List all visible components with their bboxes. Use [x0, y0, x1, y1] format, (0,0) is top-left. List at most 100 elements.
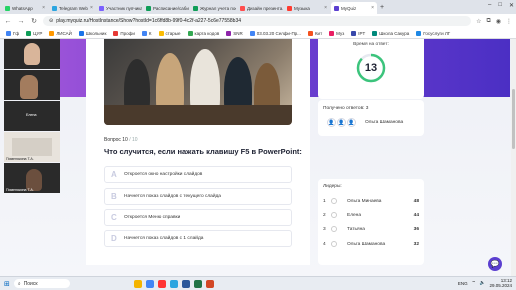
yandex-icon[interactable] — [157, 279, 166, 288]
bookmark-item[interactable]: Профи — [113, 30, 135, 36]
close-tab-icon[interactable]: × — [90, 5, 93, 11]
bookmark-item[interactable]: ЦУР — [26, 30, 42, 36]
browser-tab[interactable]: Telegram Web × — [49, 2, 95, 14]
answer-text: Начнется показ слайдов с текущего слайда — [124, 194, 221, 199]
bookmark-label: старые — [165, 30, 181, 36]
tab-favicon-icon — [334, 5, 339, 11]
profile-icon[interactable]: ◉ — [496, 18, 501, 25]
bookmark-item[interactable]: Муз — [329, 30, 344, 36]
back-icon[interactable]: ← — [4, 18, 12, 25]
maximize-icon[interactable]: □ — [498, 2, 502, 9]
bookmark-favicon-icon — [187, 30, 193, 36]
leader-row: 1 Ольга Минаева 48 — [323, 198, 419, 204]
bookmark-favicon-icon — [226, 30, 232, 36]
bookmark-item[interactable]: старые — [158, 30, 181, 36]
leader-row: 4 Ольга Шаманова 32 — [323, 241, 419, 247]
word-icon[interactable] — [181, 279, 190, 288]
telegram-icon[interactable] — [169, 279, 178, 288]
browser-tab[interactable]: Участник пупчика...× — [96, 2, 142, 14]
volume-icon[interactable]: 🔈 — [480, 280, 486, 286]
bookmark-item[interactable]: ЛИСАЙ — [49, 30, 72, 36]
bookmark-item[interactable]: IPT — [351, 30, 365, 36]
tab-favicon-icon — [193, 5, 198, 11]
browser-tab[interactable]: Музыка × — [284, 2, 330, 14]
extensions-icon[interactable]: ⧉ — [486, 18, 490, 25]
clock[interactable]: 13:12 29.05.2024 — [489, 278, 512, 288]
wifi-icon[interactable]: ⌔ — [472, 280, 476, 286]
bookmark-item[interactable]: 03.03.20 Селфи-Пр... — [249, 30, 301, 36]
page-content: Вопрос 10 / 10 Что случится, если нажать… — [0, 39, 516, 276]
scrollbar-thumb[interactable] — [512, 89, 515, 149]
browser-tab[interactable]: Дизайн презента...× — [237, 2, 283, 14]
video-tile[interactable]: Пименякина Т.А. — [4, 132, 60, 162]
chat-button[interactable]: 💬 — [488, 257, 502, 271]
chrome-icon[interactable] — [145, 279, 154, 288]
os-taskbar: ⊞ ⌕ Поиск ENG ⌔ 🔈 13:12 29.05.2024 — [0, 276, 516, 290]
answer-option-d[interactable]: D Начнется показ слайдов с 1 слайда — [104, 230, 292, 247]
video-tile[interactable] — [4, 39, 60, 69]
file-explorer-icon[interactable] — [133, 279, 142, 288]
bookmark-label: SNR — [233, 30, 243, 36]
close-tab-icon[interactable]: × — [371, 5, 374, 11]
browser-tab[interactable]: MyQuiz × — [331, 2, 377, 14]
excel-icon[interactable] — [193, 279, 202, 288]
windows-start-icon[interactable]: ⊞ — [4, 280, 10, 288]
answer-letter: C — [111, 213, 117, 222]
forward-icon[interactable]: → — [17, 18, 25, 25]
bookmark-item[interactable]: Школа Сакура — [372, 30, 410, 36]
bookmark-favicon-icon — [416, 30, 422, 36]
answers-received-card: Получено ответов: 3 👤 👤 👤 Ольга Шаманова — [318, 100, 424, 136]
bookmark-favicon-icon — [6, 30, 11, 36]
video-tile[interactable]: Елена — [4, 101, 60, 131]
bookmark-item[interactable]: Гф — [6, 30, 19, 36]
minimize-icon[interactable]: – — [488, 2, 491, 9]
answer-letter: D — [111, 234, 117, 243]
bookmark-item[interactable]: Школьник — [78, 30, 106, 36]
bookmark-favicon-icon — [351, 30, 357, 36]
bookmark-favicon-icon — [307, 30, 313, 36]
bookmark-star-icon[interactable]: ☆ — [476, 18, 481, 25]
bookmark-label: Школа Сакура — [379, 30, 410, 36]
answer-option-a[interactable]: A Откроется окно настройки слайдов — [104, 166, 292, 183]
video-tile[interactable]: Пименякина Т.А. — [4, 163, 60, 193]
tab-label: Дизайн презента... — [247, 5, 283, 11]
tab-label: Журнал учета пос... — [200, 5, 236, 11]
answer-letter: A — [111, 170, 117, 179]
browser-tab[interactable]: Журнал учета пос...× — [190, 2, 236, 14]
bookmark-item[interactable]: К — [141, 30, 152, 36]
tab-label: Музыка — [294, 5, 310, 11]
bookmark-item[interactable]: карта кодов — [187, 30, 220, 36]
bookmark-favicon-icon — [158, 30, 164, 36]
bookmark-favicon-icon — [78, 30, 84, 36]
bookmark-favicon-icon — [372, 30, 378, 36]
url-field[interactable]: ⊝ play.myquiz.ru/HostInstance/Show?hostI… — [43, 16, 472, 26]
answer-option-b[interactable]: B Начнется показ слайдов с текущего слай… — [104, 188, 292, 205]
page-scrollbar[interactable] — [511, 39, 516, 276]
video-tile[interactable] — [4, 70, 60, 100]
browser-tab[interactable]: Расписание/саби...× — [143, 2, 189, 14]
bookmark-item[interactable]: Госуслуги ЛГ — [416, 30, 450, 36]
bookmark-label: Кит — [314, 30, 323, 36]
tab-favicon-icon — [240, 5, 245, 11]
answer-option-c[interactable]: C Откроется Меню справки — [104, 209, 292, 226]
reload-icon[interactable]: ↻ — [30, 17, 38, 25]
bookmark-item[interactable]: Кит — [307, 30, 323, 36]
close-window-icon[interactable]: ✕ — [509, 2, 514, 9]
new-tab-button[interactable]: + — [380, 2, 384, 14]
address-bar: ← → ↻ ⊝ play.myquiz.ru/HostInstance/Show… — [0, 14, 516, 28]
language-indicator[interactable]: ENG — [458, 281, 468, 286]
close-tab-icon[interactable]: × — [42, 5, 45, 11]
close-tab-icon[interactable]: × — [324, 5, 327, 11]
taskbar-search[interactable]: ⌕ Поиск — [13, 279, 70, 288]
window-controls: – □ ✕ — [488, 2, 514, 9]
site-info-icon[interactable]: ⊝ — [49, 18, 53, 24]
browser-tab[interactable]: WhatsApp × — [2, 2, 48, 14]
menu-icon[interactable]: ⋮ — [506, 18, 512, 25]
answer-letter: B — [111, 192, 117, 201]
bookmark-favicon-icon — [26, 30, 32, 36]
bookmark-item[interactable]: SNR — [226, 30, 243, 36]
bookmark-label: карта кодов — [194, 30, 220, 36]
taskbar-apps — [133, 279, 214, 288]
powerpoint-icon[interactable] — [205, 279, 214, 288]
bookmark-favicon-icon — [141, 30, 147, 36]
